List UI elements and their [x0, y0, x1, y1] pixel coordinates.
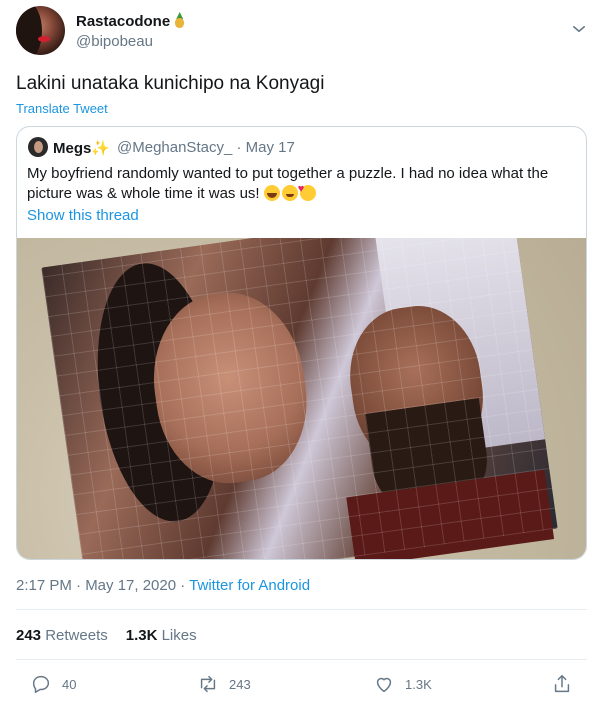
retweets-label: Retweets [45, 627, 108, 644]
quoted-photo[interactable] [17, 238, 586, 559]
divider [16, 659, 587, 660]
retweets-count: 243 [16, 627, 42, 644]
hearts-emoji-icon [298, 179, 316, 201]
smiling-emoji-icon [281, 185, 298, 201]
pineapple-icon [172, 12, 186, 28]
avatar-lips [38, 36, 50, 42]
quoted-avatar[interactable] [28, 137, 48, 157]
share-icon [554, 675, 570, 693]
puzzle-image [41, 238, 558, 559]
likes-label: Likes [161, 627, 197, 644]
tweet-meta: 2:17 PM · May 17, 2020 · Twitter for And… [16, 577, 310, 594]
likes-count: 1.3K [125, 627, 158, 644]
retweets-stat[interactable]: 243 Retweets [16, 627, 108, 644]
quoted-author-name-text: Megs [53, 140, 92, 157]
sparkles-icon: ✨ [91, 140, 111, 157]
retweet-icon [200, 675, 216, 693]
quoted-text: My boyfriend randomly wanted to put toge… [27, 164, 577, 204]
like-count: 1.3K [405, 676, 432, 692]
tweet-text: Lakini unataka kunichipo na Konyagi [16, 73, 325, 94]
laughing-emoji-icon [263, 185, 280, 201]
reply-icon [32, 675, 50, 693]
quoted-author-name[interactable]: Megs✨ [53, 139, 110, 157]
translate-tweet-link[interactable]: Translate Tweet [16, 101, 108, 116]
share-button[interactable] [551, 671, 573, 697]
like-button[interactable]: 1.3K [373, 671, 432, 697]
retweet-button[interactable]: 243 [197, 671, 251, 697]
quoted-tweet[interactable]: Megs✨ @MeghanStacy_ · May 17 My boyfrien… [16, 126, 587, 560]
author-name[interactable]: Rastacodone [76, 12, 186, 30]
action-bar: 40 243 1.3K [0, 671, 604, 699]
author-avatar[interactable] [16, 6, 65, 55]
author-handle[interactable]: @bipobeau [76, 33, 153, 50]
reply-button[interactable]: 40 [30, 671, 76, 697]
author-name-text: Rastacodone [76, 13, 171, 30]
retweet-count: 243 [229, 676, 251, 692]
tweet-header: Rastacodone @bipobeau [16, 6, 592, 56]
divider [16, 609, 587, 610]
heart-icon [376, 677, 392, 693]
show-thread-link[interactable]: Show this thread [27, 207, 139, 224]
reply-count: 40 [62, 676, 77, 692]
tweet-stats: 243 Retweets 1.3K Likes [16, 627, 197, 644]
tweet-source-link[interactable]: Twitter for Android [189, 577, 310, 594]
avatar-hair [16, 6, 42, 55]
tweet-timestamp[interactable]: 2:17 PM · May 17, 2020 · [16, 577, 189, 594]
likes-stat[interactable]: 1.3K Likes [126, 627, 197, 644]
quoted-handle-date: @MeghanStacy_ · May 17 [117, 139, 295, 156]
chevron-down-icon[interactable] [570, 20, 588, 38]
